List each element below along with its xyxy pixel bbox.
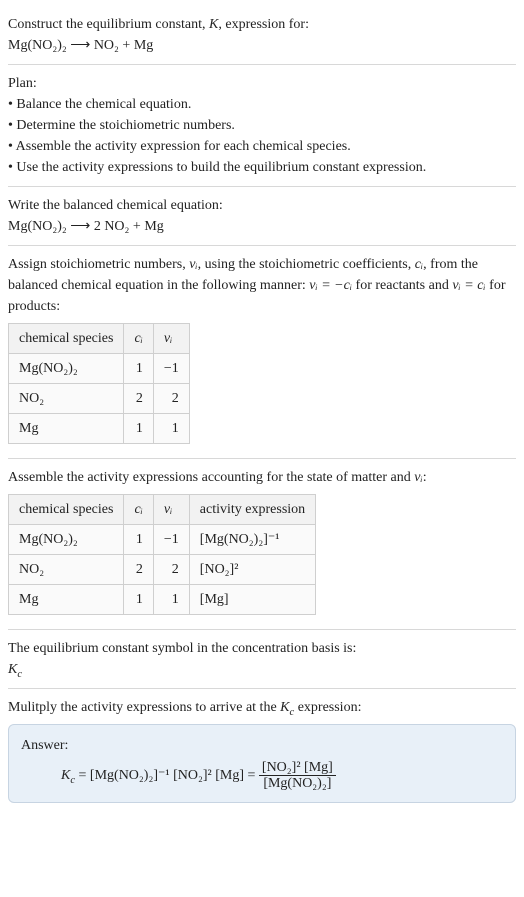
cell-v: 1 — [153, 585, 189, 615]
cell-v: 1 — [153, 414, 189, 444]
table-row: Mg 1 1 — [9, 414, 190, 444]
table-row: Mg 1 1 [Mg] — [9, 585, 316, 615]
cell-expr: [Mg(NO₂)₂]⁻¹ — [189, 525, 315, 555]
multiply-block: Mulitply the activity expressions to arr… — [8, 691, 516, 809]
symbol-block: The equilibrium constant symbol in the c… — [8, 632, 516, 686]
answer-K: K — [61, 768, 70, 783]
divider — [8, 688, 516, 689]
answer-expression: Kc = [Mg(NO₂)₂]⁻¹ [NO₂]² [Mg] = [NO₂]² [… — [21, 756, 503, 792]
multiply-text-a: Mulitply the activity expressions to arr… — [8, 700, 280, 715]
answer-term2: [NO₂]² — [173, 768, 212, 783]
stoich-rel1: νᵢ = −cᵢ — [309, 278, 352, 293]
cell-v: −1 — [153, 525, 189, 555]
col-ci: cᵢ — [124, 495, 153, 525]
divider — [8, 64, 516, 65]
multiply-text-b: expression: — [294, 700, 361, 715]
cell-species: Mg(NO₂)₂ — [9, 354, 124, 384]
cell-v: −1 — [153, 354, 189, 384]
answer-term1: [Mg(NO₂)₂]⁻¹ — [90, 768, 170, 783]
cell-species: Mg — [9, 585, 124, 615]
cell-v: 2 — [153, 384, 189, 414]
plan-item: • Use the activity expressions to build … — [8, 157, 516, 178]
intro-text-b: , expression for: — [218, 17, 309, 32]
balanced-heading: Write the balanced chemical equation: — [8, 195, 516, 216]
stoich-text-b: , using the stoichiometric coefficients, — [198, 257, 415, 272]
answer-fraction: [NO₂]² [Mg][Mg(NO₂)₂] — [259, 760, 336, 792]
divider — [8, 186, 516, 187]
col-expr: activity expression — [189, 495, 315, 525]
symbol-line: The equilibrium constant symbol in the c… — [8, 638, 516, 659]
table-row: Mg(NO₂)₂ 1 −1 [Mg(NO₂)₂]⁻¹ — [9, 525, 316, 555]
plan-block: Plan: • Balance the chemical equation. •… — [8, 67, 516, 184]
table-row: Mg(NO₂)₂ 1 −1 — [9, 354, 190, 384]
stoich-table: chemical species cᵢ νᵢ Mg(NO₂)₂ 1 −1 NO₂… — [8, 323, 190, 444]
plan-item: • Assemble the activity expression for e… — [8, 136, 516, 157]
cell-species: NO₂ — [9, 555, 124, 585]
stoich-ci: cᵢ — [415, 257, 423, 272]
kc-sub: c — [17, 669, 22, 680]
stoich-text-d: for reactants and — [352, 278, 452, 293]
symbol-kc: Kc — [8, 659, 516, 680]
cell-c: 1 — [124, 414, 153, 444]
activity-ni: νᵢ — [414, 470, 422, 485]
col-species: chemical species — [9, 324, 124, 354]
answer-box: Answer: Kc = [Mg(NO₂)₂]⁻¹ [NO₂]² [Mg] = … — [8, 724, 516, 803]
intro-K: K — [209, 17, 218, 32]
stoich-text: Assign stoichiometric numbers, νᵢ, using… — [8, 254, 516, 317]
plan-item: • Determine the stoichiometric numbers. — [8, 115, 516, 136]
cell-species: NO₂ — [9, 384, 124, 414]
table-header-row: chemical species cᵢ νᵢ activity expressi… — [9, 495, 316, 525]
stoich-block: Assign stoichiometric numbers, νᵢ, using… — [8, 248, 516, 456]
cell-v: 2 — [153, 555, 189, 585]
activity-table: chemical species cᵢ νᵢ activity expressi… — [8, 494, 316, 615]
col-vi: νᵢ — [153, 495, 189, 525]
cell-species: Mg — [9, 414, 124, 444]
cell-c: 1 — [124, 585, 153, 615]
answer-numerator: [NO₂]² [Mg] — [259, 760, 336, 776]
answer-term3: [Mg] — [215, 768, 244, 783]
stoich-text-a: Assign stoichiometric numbers, — [8, 257, 189, 272]
multiply-line: Mulitply the activity expressions to arr… — [8, 697, 516, 718]
table-row: NO₂ 2 2 — [9, 384, 190, 414]
table-header-row: chemical species cᵢ νᵢ — [9, 324, 190, 354]
col-vi: νᵢ — [153, 324, 189, 354]
cell-expr: [Mg] — [189, 585, 315, 615]
cell-c: 1 — [124, 525, 153, 555]
cell-expr: [NO₂]² — [189, 555, 315, 585]
divider — [8, 629, 516, 630]
cell-species: Mg(NO₂)₂ — [9, 525, 124, 555]
answer-label: Answer: — [21, 735, 503, 756]
plan-item: • Balance the chemical equation. — [8, 94, 516, 115]
stoich-ni: νᵢ — [189, 257, 197, 272]
activity-heading: Assemble the activity expressions accoun… — [8, 467, 516, 488]
answer-eq2: = — [244, 768, 259, 783]
cell-c: 2 — [124, 384, 153, 414]
table-row: NO₂ 2 2 [NO₂]² — [9, 555, 316, 585]
answer-eq1: = — [75, 768, 90, 783]
activity-heading-b: : — [423, 470, 427, 485]
col-ci: cᵢ — [124, 324, 153, 354]
activity-heading-a: Assemble the activity expressions accoun… — [8, 470, 414, 485]
intro-equation: Mg(NO₂)₂ ⟶ NO₂ + Mg — [8, 38, 153, 53]
activity-block: Assemble the activity expressions accoun… — [8, 461, 516, 627]
answer-denominator: [Mg(NO₂)₂] — [259, 776, 336, 791]
divider — [8, 245, 516, 246]
kc-K: K — [8, 662, 17, 677]
intro-text-a: Construct the equilibrium constant, — [8, 17, 209, 32]
intro-block: Construct the equilibrium constant, K, e… — [8, 8, 516, 62]
col-species: chemical species — [9, 495, 124, 525]
multiply-kc: K — [280, 700, 289, 715]
cell-c: 1 — [124, 354, 153, 384]
stoich-rel2: νᵢ = cᵢ — [452, 278, 485, 293]
cell-c: 2 — [124, 555, 153, 585]
divider — [8, 458, 516, 459]
balanced-equation: Mg(NO₂)₂ ⟶ 2 NO₂ + Mg — [8, 216, 516, 237]
plan-heading: Plan: — [8, 73, 516, 94]
balanced-block: Write the balanced chemical equation: Mg… — [8, 189, 516, 243]
